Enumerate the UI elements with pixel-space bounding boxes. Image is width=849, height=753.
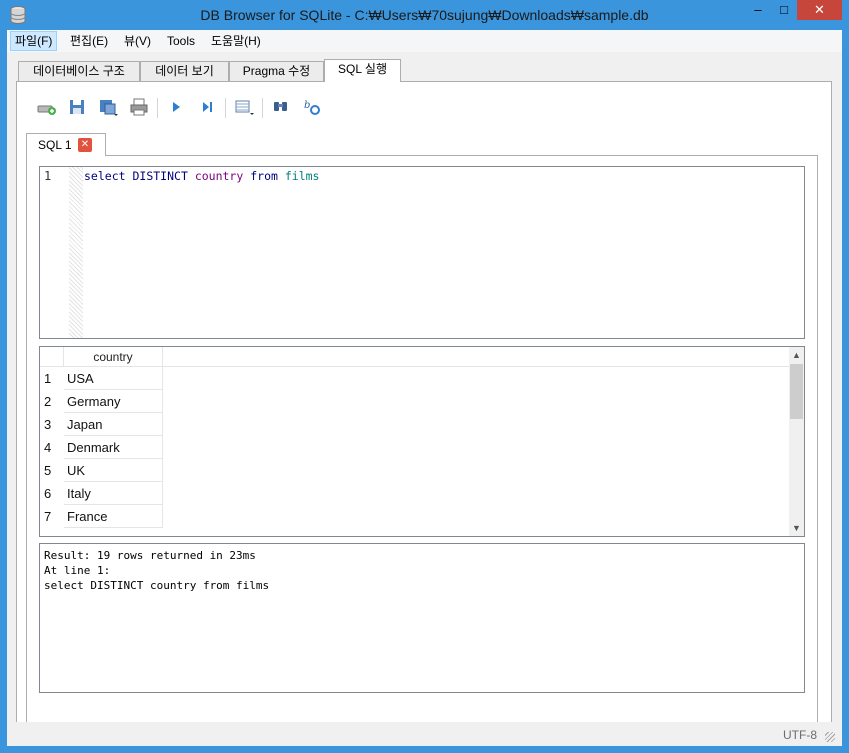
row-number[interactable]: 6 — [40, 482, 64, 505]
column-header-country[interactable]: country — [64, 347, 163, 367]
message-line: At line 1: — [44, 564, 111, 577]
table-cell[interactable]: Germany — [64, 390, 163, 413]
find-icon[interactable] — [270, 96, 292, 118]
tab-edit-pragmas[interactable]: Pragma 수정 — [229, 61, 324, 81]
message-pane[interactable]: Result: 19 rows returned in 23ms At line… — [39, 543, 805, 693]
status-bar: UTF-8 — [7, 722, 842, 746]
row-number[interactable]: 3 — [40, 413, 64, 436]
table-cell[interactable]: Japan — [64, 413, 163, 436]
menu-file[interactable]: 파일(F) — [10, 31, 58, 51]
row-number[interactable]: 5 — [40, 459, 64, 482]
close-button[interactable]: ✕ — [797, 0, 842, 20]
client-area: 파일(F) 편집(E) 뷰(V) Tools 도움말(H) 데이터베이스 구조 … — [7, 30, 842, 746]
sql-tab-label: SQL 1 — [38, 138, 72, 152]
close-tab-icon[interactable]: ✕ — [78, 138, 92, 152]
menu-help[interactable]: 도움말(H) — [207, 31, 265, 51]
sql-toolbar: b — [31, 96, 351, 122]
tab-browse-data[interactable]: 데이터 보기 — [140, 61, 229, 81]
grid-corner[interactable] — [40, 347, 64, 367]
save-results-icon[interactable] — [233, 96, 255, 118]
app-window: DB Browser for SQLite - C:₩Users₩70sujun… — [0, 0, 849, 753]
execute-all-icon[interactable] — [165, 96, 187, 118]
results-grid[interactable]: country 1 USA 2 Germany 3 Japan 4 Denmar… — [39, 346, 805, 537]
line-number-gutter: 1 — [40, 167, 69, 338]
results-scrollbar[interactable]: ▲ ▼ — [789, 347, 804, 536]
menu-bar: 파일(F) 편집(E) 뷰(V) Tools 도움말(H) — [7, 30, 842, 52]
tab-db-structure[interactable]: 데이터베이스 구조 — [18, 61, 140, 81]
save-sql-file-icon[interactable] — [97, 96, 119, 118]
message-line: select DISTINCT country from films — [44, 579, 270, 592]
table-cell[interactable]: France — [64, 505, 163, 528]
sql-code-line: select DISTINCT country from films — [84, 169, 319, 183]
title-bar[interactable]: DB Browser for SQLite - C:₩Users₩70sujun… — [0, 0, 849, 30]
tab-execute-sql[interactable]: SQL 실행 — [324, 59, 401, 82]
table-cell[interactable]: Italy — [64, 482, 163, 505]
sql-keyword: select — [84, 169, 126, 183]
scroll-down-icon[interactable]: ▼ — [789, 520, 804, 536]
find-replace-icon[interactable]: b — [301, 96, 323, 118]
open-tab-icon[interactable] — [35, 96, 57, 118]
sql-tab-content: 1 select DISTINCT country from films cou… — [26, 155, 818, 726]
scroll-thumb[interactable] — [790, 364, 803, 419]
sql-keyword: DISTINCT — [132, 169, 188, 183]
scroll-up-icon[interactable]: ▲ — [789, 347, 804, 363]
sql-column: country — [194, 169, 244, 183]
row-number[interactable]: 4 — [40, 436, 64, 459]
fold-margin — [69, 167, 83, 338]
open-sql-file-icon[interactable] — [66, 96, 88, 118]
window-title: DB Browser for SQLite - C:₩Users₩70sujun… — [200, 7, 649, 23]
table-cell[interactable]: UK — [64, 459, 163, 482]
table-cell[interactable]: USA — [64, 367, 163, 390]
menu-view[interactable]: 뷰(V) — [120, 31, 155, 51]
print-icon[interactable] — [128, 96, 150, 118]
svg-text:b: b — [304, 100, 310, 111]
line-number: 1 — [44, 169, 52, 183]
execute-line-icon[interactable] — [196, 96, 218, 118]
table-cell[interactable]: Denmark — [64, 436, 163, 459]
sql-editor[interactable]: 1 select DISTINCT country from films — [39, 166, 805, 339]
menu-tools[interactable]: Tools — [163, 31, 199, 51]
row-number[interactable]: 7 — [40, 505, 64, 528]
message-line: Result: 19 rows returned in 23ms — [44, 549, 256, 562]
toolbar-separator — [157, 98, 158, 118]
minimize-button[interactable]: – — [745, 0, 771, 20]
sql-keyword: from — [250, 169, 278, 183]
maximize-button[interactable]: □ — [771, 0, 797, 20]
row-number[interactable]: 2 — [40, 390, 64, 413]
sql-table: films — [284, 169, 320, 183]
execute-sql-panel: b SQL 1 ✕ 1 select DISTINCT country from… — [16, 81, 832, 735]
row-number[interactable]: 1 — [40, 367, 64, 390]
toolbar-separator — [225, 98, 226, 118]
resize-grip-icon[interactable] — [825, 732, 835, 742]
encoding-label: UTF-8 — [783, 728, 817, 742]
header-filler — [163, 347, 789, 367]
menu-edit[interactable]: 편집(E) — [66, 31, 112, 51]
sql-editor-tab[interactable]: SQL 1 ✕ — [26, 133, 106, 156]
toolbar-separator — [262, 98, 263, 118]
